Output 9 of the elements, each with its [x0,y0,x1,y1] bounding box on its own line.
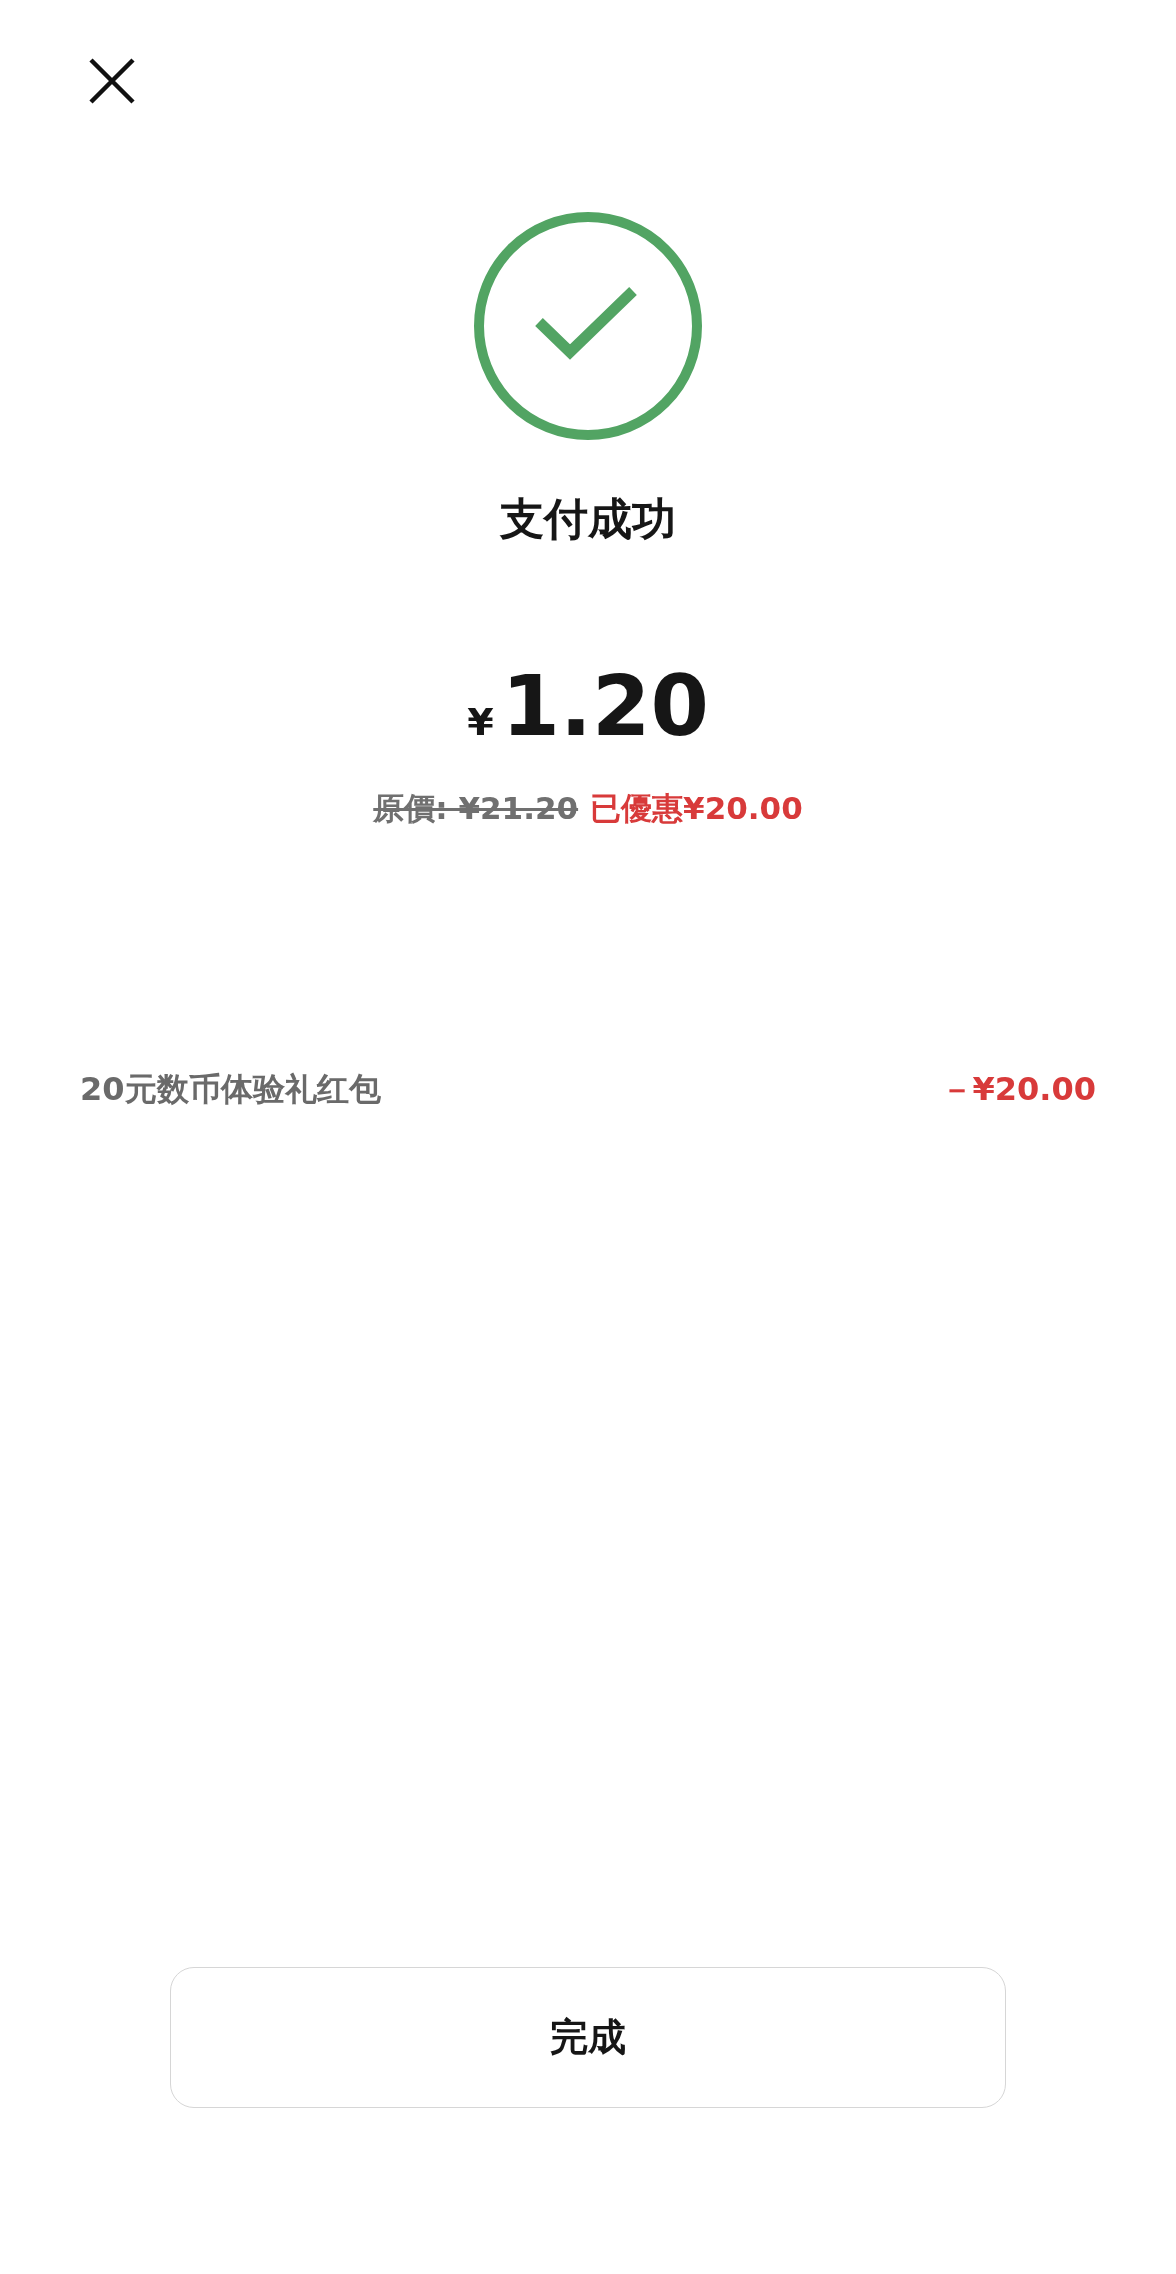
amount-value: 1.20 [501,663,709,748]
status-title: 支付成功 [500,493,676,546]
done-button[interactable]: 完成 [170,1967,1006,2108]
close-icon[interactable] [88,57,136,105]
currency-symbol: ¥ [467,699,494,744]
discount-label: 20元数币体验礼红包 [80,1068,381,1110]
discount-amount: －¥20.00 [940,1068,1096,1110]
discount-text: 已優惠¥20.00 [590,788,803,828]
original-price: 原價: ¥21.20 [373,788,579,828]
